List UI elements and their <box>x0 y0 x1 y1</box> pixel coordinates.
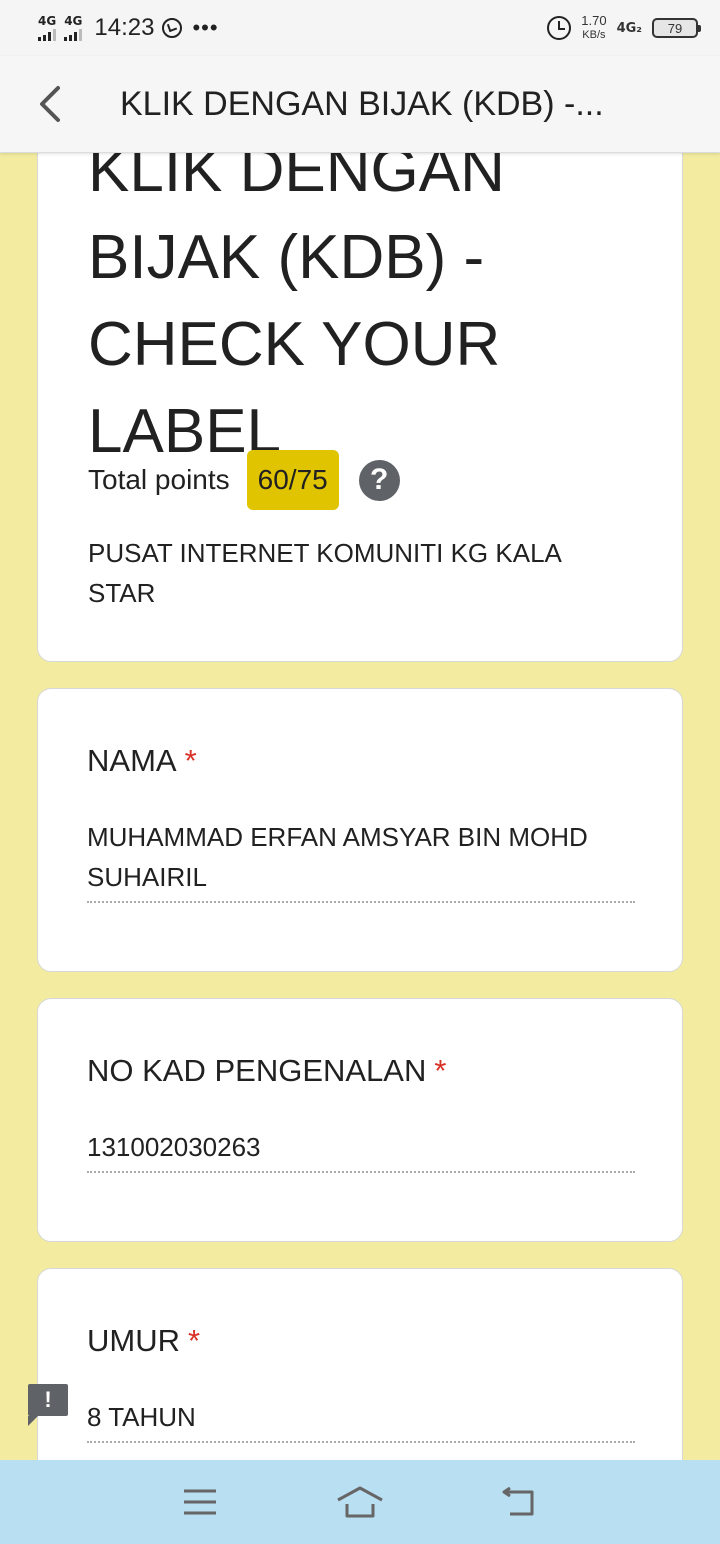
back-nav-button[interactable] <box>490 1472 550 1532</box>
status-bar: 4G 4G 14:23 ••• 1.70 KB/s 4G₂ 79 <box>0 0 720 56</box>
home-button[interactable] <box>330 1472 390 1532</box>
sim1-signal-icon: 4G <box>38 15 56 41</box>
battery-level: 79 <box>667 20 683 36</box>
form-title: KLIK DENGAN BIJAK (KDB) - CHECK YOUR LAB… <box>88 136 505 466</box>
back-button[interactable] <box>0 56 100 153</box>
network-type: 4G₂ <box>616 20 642 36</box>
question-card-nama: NAMA * MUHAMMAD ERFAN AMSYAR BIN MOHD SUH… <box>37 688 683 972</box>
menu-button[interactable] <box>170 1472 230 1532</box>
alarm-icon <box>547 16 572 40</box>
back-nav-icon <box>502 1486 534 1516</box>
home-icon <box>337 1486 383 1518</box>
total-points-label: Total points <box>88 464 230 495</box>
form-description: PUSAT INTERNET KOMUNITI KG KALA STAR <box>88 538 561 608</box>
question-label-text: NO KAD PENGENALAN <box>87 1053 427 1088</box>
app-bar-title: KLIK DENGAN BIJAK (KDB) -... <box>120 84 604 123</box>
question-card-ic-number: NO KAD PENGENALAN * 131002030263 <box>37 998 683 1242</box>
question-label: NAMA * <box>87 743 197 779</box>
form-header-card: KLIK DENGAN BIJAK (KDB) - CHECK YOUR LAB… <box>37 100 683 662</box>
question-label-text: NAMA <box>87 743 177 778</box>
app-bar: KLIK DENGAN BIJAK (KDB) -... <box>0 56 720 153</box>
sim2-network-label: 4G <box>64 14 83 28</box>
system-nav-bar <box>0 1460 720 1544</box>
feedback-icon[interactable]: ! <box>28 1384 68 1426</box>
sim2-signal-icon: 4G <box>64 15 82 41</box>
menu-icon <box>184 1489 216 1515</box>
question-label: UMUR * <box>87 1323 200 1359</box>
whatsapp-icon <box>162 18 183 38</box>
question-label-text: UMUR <box>87 1323 180 1358</box>
speed-unit: KB/s <box>582 29 606 41</box>
answer-field: MUHAMMAD ERFAN AMSYAR BIN MOHD SUHAIRIL <box>87 817 635 903</box>
help-icon[interactable]: ? <box>358 459 400 501</box>
score-badge: 60/75 <box>246 450 339 510</box>
more-notifications-indicator: ••• <box>192 15 219 40</box>
speed-value: 1.70 <box>581 13 607 28</box>
required-asterisk: * <box>188 1323 201 1358</box>
battery-icon: 79 <box>652 18 701 38</box>
chevron-left-icon <box>40 86 60 122</box>
network-speed: 1.70 KB/s <box>581 13 606 43</box>
required-asterisk: * <box>434 1053 447 1088</box>
answer-field: 8 TAHUN <box>87 1397 635 1443</box>
answer-field: 131002030263 <box>87 1127 635 1173</box>
sim1-network-label: 4G <box>38 14 57 28</box>
question-label: NO KAD PENGENALAN * <box>87 1053 446 1089</box>
total-points-row: Total points 60/75 ? <box>88 450 400 510</box>
status-time: 14:23 <box>94 14 155 41</box>
required-asterisk: * <box>184 743 197 778</box>
